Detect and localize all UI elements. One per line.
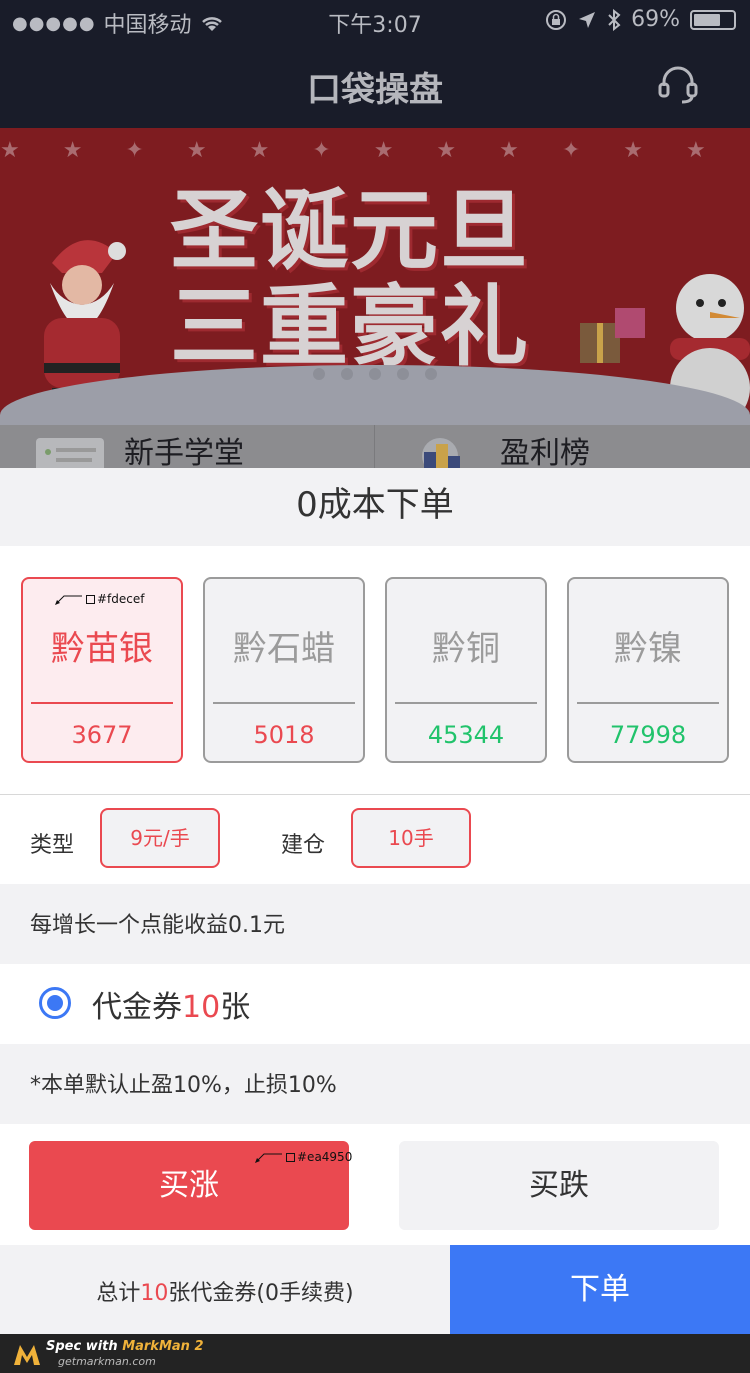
card-divider	[31, 702, 173, 704]
product-name: 黔铜	[432, 629, 500, 669]
banner-pager	[0, 368, 750, 380]
location-arrow-icon	[579, 11, 596, 28]
markman-watermark: Spec with MarkMan 2 getmarkman.com	[0, 1334, 750, 1373]
pager-dot[interactable]	[341, 368, 353, 380]
quick-links: 新手学堂 盈利榜	[0, 425, 750, 468]
battery-fill	[694, 13, 721, 26]
status-bar: ●●●●● 中国移动 下午3:07 69%	[0, 0, 750, 40]
card-divider	[395, 702, 537, 704]
product-price: 3677	[71, 721, 133, 749]
product-name: 黔镍	[614, 629, 682, 669]
position-selector[interactable]: 10手	[351, 808, 471, 868]
pager-dot[interactable]	[369, 368, 381, 380]
product-card-copper[interactable]: 黔铜 45344	[385, 577, 547, 763]
buy-down-button[interactable]: 买跌	[399, 1141, 719, 1230]
summary-prefix: 总计	[96, 1281, 141, 1306]
type-label: 类型	[30, 833, 75, 858]
voucher-option[interactable]: 代金券10张	[0, 964, 750, 1044]
bluetooth-icon	[608, 8, 621, 31]
order-summary: 总计10张代金券(0手续费)	[0, 1245, 450, 1334]
product-price: 77998	[609, 721, 687, 749]
voucher-count: 10	[182, 990, 221, 1025]
pager-dot[interactable]	[313, 368, 325, 380]
position-label: 建仓	[281, 833, 326, 858]
product-name: 黔石蜡	[233, 629, 335, 669]
sheet-title: 0成本下单	[0, 468, 750, 546]
card-divider	[577, 702, 719, 704]
status-right: 69%	[545, 7, 736, 32]
type-selector[interactable]: 9元/手	[100, 808, 220, 868]
classroom-icon	[36, 438, 104, 468]
product-name: 黔苗银	[51, 629, 153, 669]
podium-icon	[422, 438, 460, 468]
headline-line-2: 三重豪礼	[170, 275, 531, 378]
annotation-arrow-icon	[255, 1153, 282, 1163]
pager-dot[interactable]	[397, 368, 409, 380]
radio-dot	[47, 995, 63, 1011]
annotation-swatch	[286, 1152, 295, 1162]
headset-icon[interactable]	[656, 62, 700, 106]
voucher-text: 代金券10张	[92, 982, 250, 1026]
markman-site: getmarkman.com	[58, 1355, 156, 1368]
quick-link-leaderboard[interactable]: 盈利榜	[410, 428, 590, 468]
voucher-radio[interactable]	[39, 987, 71, 1019]
annotation-swatch	[86, 594, 95, 604]
annotation-arrow-icon	[55, 595, 82, 605]
order-sheet: 0成本下单 黔苗银 3677 黔石蜡 5018 黔铜 45344 黔镍 7799…	[0, 468, 750, 1334]
page-title: 口袋操盘	[307, 70, 443, 110]
gift-boxes-illustration	[580, 308, 645, 363]
order-footer: 总计10张代金券(0手续费) 下单	[0, 1245, 750, 1334]
markman-spec-with: Spec with	[46, 1339, 123, 1354]
battery-icon	[690, 9, 736, 30]
pager-dot[interactable]	[425, 368, 437, 380]
voucher-prefix: 代金券	[92, 990, 182, 1025]
quick-link-classroom[interactable]: 新手学堂	[34, 428, 244, 468]
voucher-suffix: 张	[220, 990, 251, 1025]
product-card-nickel[interactable]: 黔镍 77998	[567, 577, 729, 763]
annotation-label: #ea4950	[297, 1150, 353, 1164]
summary-suffix: 张代金券(0手续费)	[168, 1281, 354, 1306]
gain-info: 每增长一个点能收益0.1元	[0, 884, 750, 964]
submit-order-button[interactable]: 下单	[450, 1245, 750, 1334]
quick-link-label: 新手学堂	[124, 436, 244, 468]
star-decoration: ★ ★ ✦ ★ ★ ✦ ★ ★ ★ ✦ ★ ★ ★ ✦ ★ ★	[0, 138, 750, 163]
product-price: 5018	[253, 721, 315, 749]
markman-brand: MarkMan 2	[122, 1339, 204, 1354]
order-options-row: 类型 9元/手 建仓 10手	[0, 795, 750, 883]
summary-count: 10	[140, 1281, 169, 1306]
promo-banner[interactable]: ★ ★ ✦ ★ ★ ✦ ★ ★ ★ ✦ ★ ★ ★ ✦ ★ ★ 圣诞元旦 三重豪…	[0, 128, 750, 425]
nav-bar: 口袋操盘	[0, 40, 750, 128]
card-divider	[213, 702, 355, 704]
product-card-paraffin[interactable]: 黔石蜡 5018	[203, 577, 365, 763]
annotation-label: #fdecef	[97, 592, 145, 606]
markman-logo-icon	[14, 1345, 40, 1365]
banner-headline: 圣诞元旦 三重豪礼	[170, 183, 590, 375]
headline-line-1: 圣诞元旦	[170, 179, 531, 282]
stop-info: *本单默认止盈10%，止损10%	[0, 1044, 750, 1124]
product-price: 45344	[427, 721, 505, 749]
quick-link-label: 盈利榜	[500, 436, 590, 468]
quick-links-divider	[374, 425, 375, 468]
color-annotation-card: #fdecef	[54, 592, 144, 606]
color-annotation-button: #ea4950	[254, 1150, 352, 1164]
markman-spec-text: Spec with MarkMan 2	[46, 1339, 204, 1354]
battery-percent: 69%	[631, 7, 680, 32]
rotation-lock-icon	[546, 9, 567, 30]
